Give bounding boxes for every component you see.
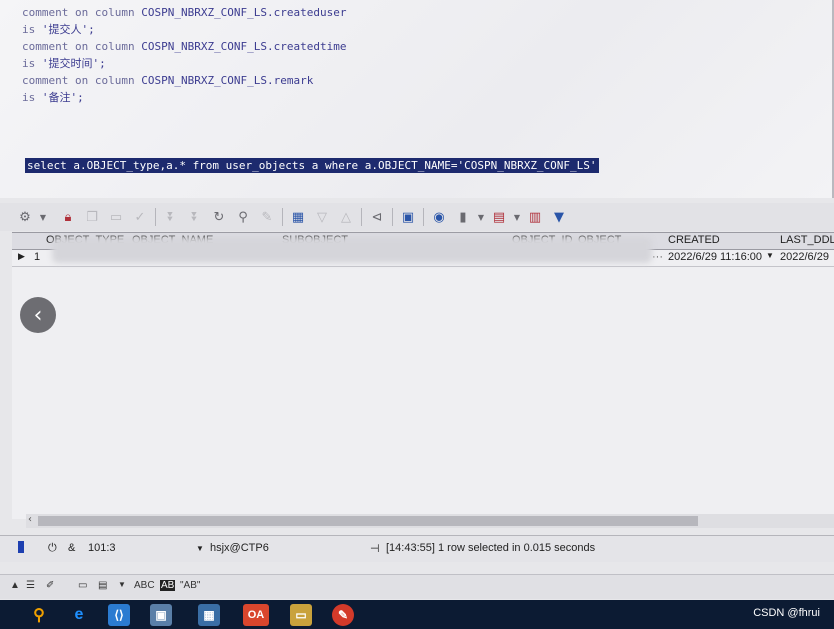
code-keyword: is (22, 23, 36, 36)
status-message: [14:43:55] 1 row selected in 0.015 secon… (386, 542, 596, 554)
export-icon[interactable]: ◉ (428, 206, 450, 228)
status-bar: ⏻ & 101:3 ▼ hsjx@CTP6 ⊣ [14:43:55] 1 row… (0, 535, 834, 562)
selected-query-line[interactable]: select a.OBJECT_type,a.* from user_objec… (25, 158, 599, 173)
edit-toolbar: ▲ ☰ ✐ ▭ ▤ ▼ ABC AB "AB" (0, 574, 834, 599)
grid-view-icon[interactable]: ▦ (287, 206, 309, 228)
refresh-icon[interactable]: ↻ (208, 206, 230, 228)
filter-icon[interactable]: ▼ (548, 206, 570, 228)
toolbar-separator (392, 208, 393, 226)
code-keyword: comment on column (22, 40, 135, 53)
row-number: 1 (34, 251, 41, 263)
pin-icon: ⊣ (370, 543, 380, 555)
quote-button[interactable]: "AB" (180, 580, 200, 591)
code-text: '提交人'; (35, 23, 95, 36)
search-icon[interactable]: ⚲ (28, 604, 50, 626)
indent-icon[interactable]: ▲ (10, 580, 20, 591)
code-keyword: is (22, 91, 36, 104)
panel-icon[interactable]: ▤ (98, 580, 107, 591)
code-text: '提交时间'; (35, 57, 106, 70)
code-line: is '备注'; (22, 91, 84, 105)
chevron-down-icon[interactable]: ▼ (476, 206, 486, 228)
code-text: COSPN_NBRXZ_CONF_LS.remark (134, 74, 314, 87)
folder-icon[interactable]: ▭ (290, 604, 312, 626)
chevron-down-icon[interactable]: ▼ (766, 251, 774, 260)
comment-icon[interactable]: ▭ (105, 206, 127, 228)
column-header-created[interactable]: CREATED (668, 234, 720, 246)
table-icon[interactable]: ▤ (488, 206, 510, 228)
code-line: comment on column COSPN_NBRXZ_CONF_LS.cr… (22, 6, 347, 20)
list-icon[interactable]: ☰ (26, 580, 35, 591)
windows-taskbar: ⚲ e ⟨⟩ ▣ ▦ OA ▭ ✎ (0, 600, 834, 629)
settings-icon[interactable]: ⚙ (14, 206, 36, 228)
cursor-position: 101:3 (88, 542, 116, 554)
vscode-icon[interactable]: ⟨⟩ (108, 604, 130, 626)
chevron-down-icon[interactable]: ▼ (38, 206, 48, 228)
toolbar-separator (155, 208, 156, 226)
last-record-icon[interactable]: ⏬︎ (184, 206, 206, 228)
filter-up-icon[interactable]: △ (335, 206, 357, 228)
toolbar-separator (361, 208, 362, 226)
code-text: COSPN_NBRXZ_CONF_LS.createdtime (134, 40, 347, 53)
next-record-icon[interactable]: ⏬︎ (160, 206, 182, 228)
created-cell[interactable]: 2022/6/29 11:16:00 (668, 251, 762, 263)
column-header-last-ddl[interactable]: LAST_DDL (780, 234, 834, 246)
code-keyword: comment on column (22, 6, 135, 19)
toolbar-separator (282, 208, 283, 226)
eraser-icon[interactable]: ✐ (46, 580, 54, 591)
ab-box-button[interactable]: AB (160, 580, 176, 591)
sql-editor[interactable]: comment on column COSPN_NBRXZ_CONF_LS.cr… (0, 0, 834, 198)
uppercase-button[interactable]: ABC (134, 580, 155, 591)
connection-label[interactable]: hsjx@CTP6 (210, 542, 269, 554)
code-text: '备注'; (35, 91, 84, 104)
toolbar-separator (423, 208, 424, 226)
check-icon[interactable]: ✓ (129, 206, 151, 228)
stop-icon[interactable]: ⏻ (48, 542, 57, 555)
connect-icon[interactable]: ⊲ (366, 206, 388, 228)
chart-icon[interactable]: ▮ (452, 206, 474, 228)
code-text: COSPN_NBRXZ_CONF_LS.createduser (134, 6, 347, 19)
result-toolbar: ⚙ ▼ 🔒︎ ❐ ▭ ✓ ⏬︎ ⏬︎ ↻ ⚲ ✎ ▦ ▽ △ ⊲ ▣ ◉ ▮ ▼… (0, 203, 834, 231)
record-view-icon[interactable]: ▥ (524, 206, 546, 228)
code-line: comment on column COSPN_NBRXZ_CONF_LS.re… (22, 74, 313, 88)
code-keyword: comment on column (22, 74, 135, 87)
code-line: is '提交人'; (22, 23, 95, 37)
code-line: is '提交时间'; (22, 57, 106, 71)
more-icon[interactable]: ··· (652, 251, 663, 263)
selected-query[interactable]: select a.OBJECT_type,a.* from user_objec… (25, 158, 599, 173)
result-grid[interactable]: OBJECT_TYPE OBJECT_NAME SUBOBJECT OBJECT… (12, 232, 834, 519)
last-ddl-cell[interactable]: 2022/6/29 (780, 251, 829, 263)
horizontal-scrollbar[interactable]: ‹ (26, 514, 834, 528)
status-indicator (18, 541, 24, 553)
clear-icon[interactable]: ✎ (256, 206, 278, 228)
ampersand-icon[interactable]: & (68, 542, 75, 554)
back-button[interactable]: ‹ (20, 297, 56, 333)
chevron-down-icon[interactable]: ▼ (512, 206, 522, 228)
calculator-icon[interactable]: ▦ (198, 604, 220, 626)
chevron-down-icon[interactable]: ▼ (118, 580, 126, 589)
oa-icon[interactable]: OA (243, 604, 269, 626)
find-icon[interactable]: ⚲ (232, 206, 254, 228)
copy-icon[interactable]: ❐ (81, 206, 103, 228)
edge-icon[interactable]: e (68, 604, 90, 626)
filter-down-icon[interactable]: ▽ (311, 206, 333, 228)
lock-icon[interactable]: 🔒︎ (57, 206, 79, 228)
row-pointer-icon: ▶ (18, 251, 25, 261)
browser-icon[interactable]: ✎ (332, 604, 354, 626)
redacted-area (52, 237, 652, 263)
window-icon[interactable]: ▭ (78, 580, 87, 591)
code-keyword: is (22, 57, 36, 70)
code-line: comment on column COSPN_NBRXZ_CONF_LS.cr… (22, 40, 347, 54)
scroll-left-icon[interactable]: ‹ (28, 514, 32, 525)
watermark: CSDN @fhrui (753, 607, 820, 619)
scrollbar-thumb[interactable] (38, 516, 698, 526)
save-icon[interactable]: ▣ (397, 206, 419, 228)
chevron-down-icon[interactable]: ▼ (196, 544, 204, 553)
app-icon[interactable]: ▣ (150, 604, 172, 626)
